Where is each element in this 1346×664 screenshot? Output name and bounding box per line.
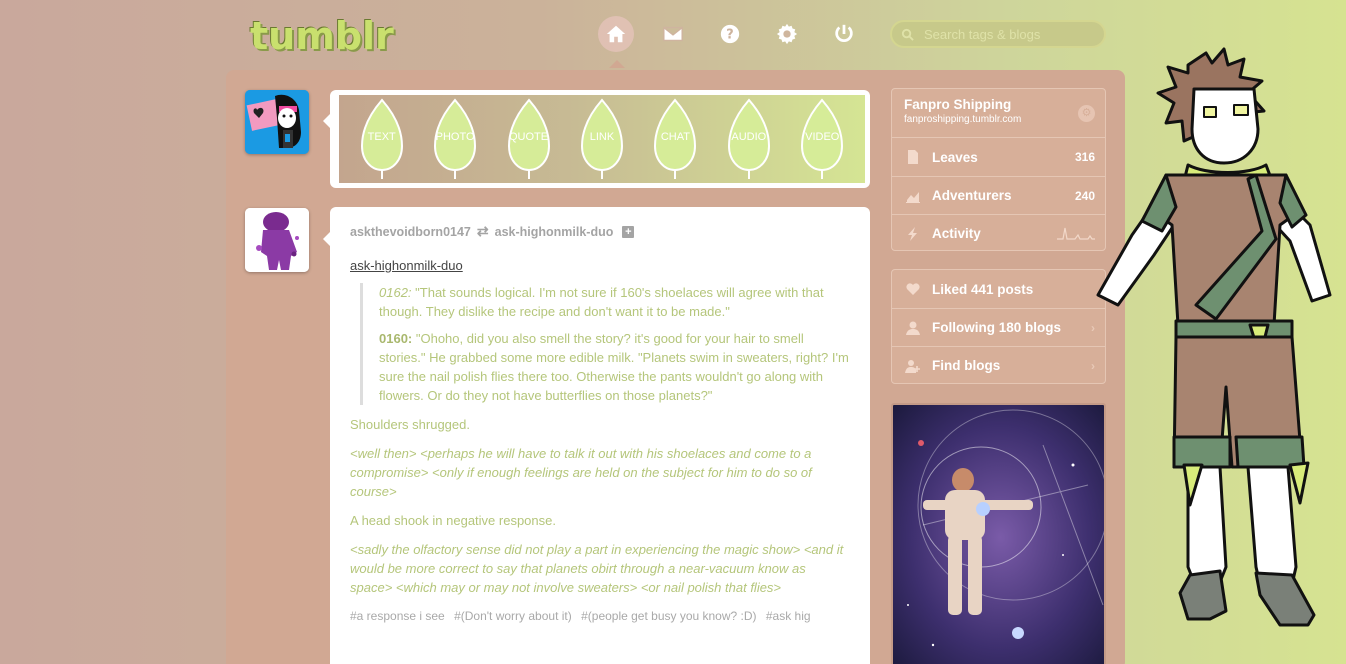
inbox-button[interactable] — [655, 16, 691, 52]
mascot-character-illustration — [1096, 47, 1332, 627]
post-header: askthevoidborn0147 ⇄ ask-highonmilk-duo … — [350, 223, 850, 240]
sidebar-item-activity[interactable]: Activity — [892, 214, 1105, 250]
post-text: A head shook in negative response. — [350, 513, 556, 528]
post-type-label: CHAT — [660, 131, 690, 143]
sidebar-item-label: Adventurers — [932, 188, 1012, 203]
post-pointer — [323, 232, 330, 246]
search-box[interactable] — [890, 20, 1106, 48]
sidebar-item-leaves[interactable]: Leaves 316 — [892, 138, 1105, 176]
tumblr-logo[interactable]: tumblr — [250, 14, 394, 58]
post-tags: #a response i see #(Don't worry about it… — [350, 609, 850, 623]
tag-link[interactable]: #(Don't worry about it) — [454, 609, 572, 623]
logout-button[interactable] — [826, 16, 862, 52]
person-icon — [904, 320, 922, 336]
follow-plus-icon[interactable]: + — [622, 225, 635, 238]
quote-speaker: 0162: — [379, 285, 412, 300]
sidebar-item-label: Following 180 blogs — [932, 320, 1062, 335]
post-text: <well then> <perhaps he will have to tal… — [350, 446, 812, 499]
svg-text:?: ? — [726, 28, 733, 43]
post-audio-button[interactable]: AUDIO — [727, 98, 771, 180]
person-add-icon — [904, 358, 922, 374]
post-types-pointer — [323, 114, 330, 128]
tag-link[interactable]: #a response i see — [350, 609, 445, 623]
quote-speaker: 0160: — [379, 331, 413, 346]
post-chat-button[interactable]: CHAT — [653, 98, 697, 180]
sidebar-item-find-blogs[interactable]: Find blogs › — [892, 346, 1105, 383]
reblog-icon: ⇄ — [476, 223, 489, 239]
gear-icon — [776, 23, 798, 45]
post-type-label: VIDEO — [805, 131, 840, 143]
quote-paragraph: 0162: "That sounds logical. I'm not sure… — [379, 283, 850, 321]
lightning-icon — [904, 226, 922, 242]
post-text: Shoulders shrugged. — [350, 417, 470, 432]
blog-header[interactable]: Fanpro Shipping fanproshipping.tumblr.co… — [892, 89, 1105, 138]
post-type-label: AUDIO — [731, 131, 767, 143]
sidebar-item-label: Leaves — [932, 149, 978, 165]
heart-icon — [904, 281, 922, 297]
blog-sidebar-box: Fanpro Shipping fanproshipping.tumblr.co… — [891, 88, 1106, 251]
home-button[interactable] — [598, 16, 634, 52]
quote-text: "Ohoho, did you also smell the story? it… — [379, 331, 849, 403]
post-link-button[interactable]: LINK — [580, 98, 624, 180]
help-icon: ? — [720, 24, 740, 44]
home-icon — [606, 25, 626, 43]
post-type-label: TEXT — [367, 131, 396, 143]
search-input[interactable] — [924, 26, 1094, 42]
post-author-link[interactable]: askthevoidborn0147 — [350, 225, 471, 239]
post-type-label: LINK — [589, 131, 615, 143]
tag-link[interactable]: #(people get busy you know? :D) — [581, 609, 756, 623]
reblog-source-link[interactable]: ask-highonmilk-duo — [495, 225, 614, 239]
sidebar-item-label: Find blogs — [932, 358, 1001, 373]
post-quote-button[interactable]: QUOTE — [507, 98, 551, 180]
quoted-blog-link[interactable]: ask-highonmilk-duo — [350, 258, 850, 273]
settings-button[interactable] — [769, 16, 805, 52]
post-author-avatar[interactable] — [245, 208, 309, 272]
post-text: <sadly the olfactory sense did not play … — [350, 542, 844, 595]
help-button[interactable]: ? — [712, 16, 748, 52]
sidebar-item-following[interactable]: Following 180 blogs › — [892, 308, 1105, 346]
quote-text: "That sounds logical. I'm not sure if 16… — [379, 285, 824, 319]
quote-paragraph: 0160: "Ohoho, did you also smell the sto… — [379, 329, 850, 405]
post-type-bar: TEXT PHOTO QUOTE LINK CHAT AUDIO VIDEO — [330, 90, 870, 188]
dashboard-post: askthevoidborn0147 ⇄ ask-highonmilk-duo … — [330, 207, 870, 664]
sidebar-item-label: Activity — [932, 226, 981, 241]
tag-link[interactable]: #ask hig — [766, 609, 811, 623]
search-icon — [901, 28, 914, 41]
post-type-row: TEXT PHOTO QUOTE LINK CHAT AUDIO VIDEO — [339, 95, 865, 183]
chart-icon — [904, 188, 922, 204]
post-text-button[interactable]: TEXT — [360, 98, 404, 180]
mail-icon — [663, 26, 683, 42]
post-type-label: PHOTO — [435, 131, 475, 143]
nav-active-pointer — [609, 60, 625, 68]
top-nav: ? — [598, 16, 883, 52]
post-video-button[interactable]: VIDEO — [800, 98, 844, 180]
blog-url: fanproshipping.tumblr.com — [904, 114, 1022, 125]
post-blockquote: 0162: "That sounds logical. I'm not sure… — [360, 283, 850, 405]
account-sidebar-box: Liked 441 posts Following 180 blogs › Fi… — [891, 269, 1106, 384]
post-type-label: QUOTE — [508, 131, 549, 143]
power-icon — [835, 24, 853, 42]
blog-title: Fanpro Shipping — [904, 97, 1012, 112]
sidebar-item-likes[interactable]: Liked 441 posts — [892, 270, 1105, 308]
my-avatar[interactable] — [245, 90, 309, 154]
sidebar-item-adventurers[interactable]: Adventurers 240 — [892, 176, 1105, 214]
sidebar-item-label: Liked 441 posts — [932, 281, 1034, 297]
sidebar-artwork — [891, 403, 1106, 664]
page-icon — [904, 149, 922, 165]
post-photo-button[interactable]: PHOTO — [433, 98, 477, 180]
